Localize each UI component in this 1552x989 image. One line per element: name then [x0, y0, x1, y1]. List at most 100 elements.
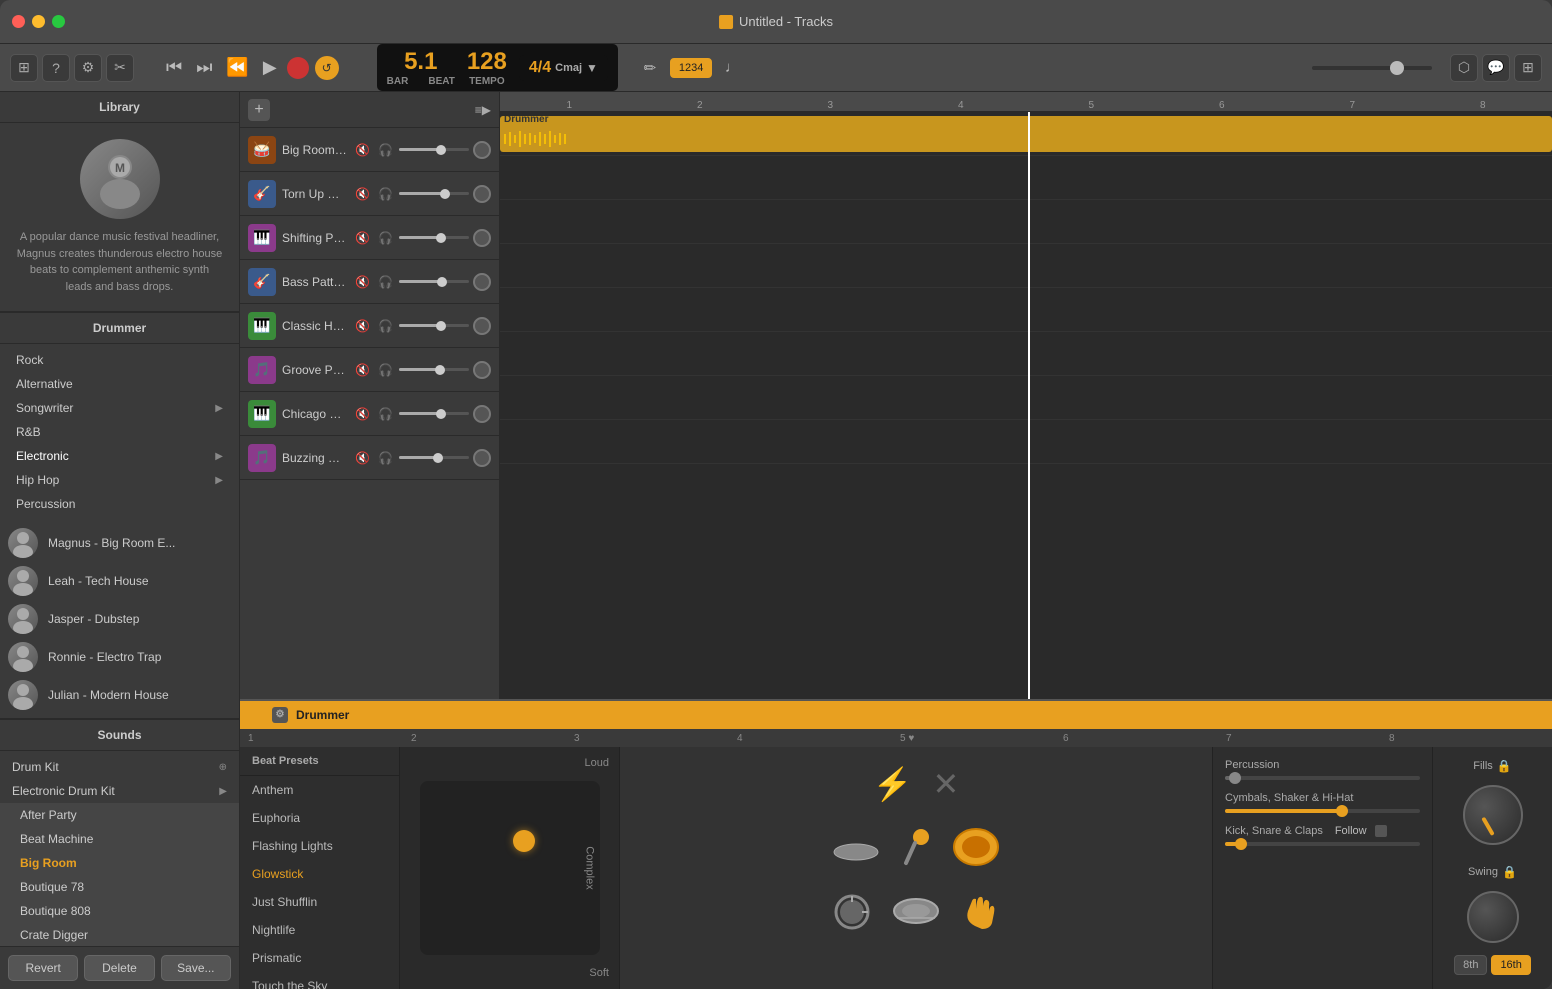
sounds-cat-drumkit[interactable]: Drum Kit ⊕: [0, 755, 239, 779]
help-btn[interactable]: ?: [42, 54, 70, 82]
track-mute-7[interactable]: 🔇: [353, 449, 372, 467]
goto-start-btn[interactable]: ⏪: [222, 55, 252, 80]
drummer-item-leah[interactable]: Leah - Tech House: [0, 562, 239, 600]
sound-after-party[interactable]: After Party: [0, 803, 239, 827]
pad-position-dot[interactable]: [513, 830, 535, 852]
record-btn[interactable]: [287, 57, 309, 79]
apps-btn[interactable]: ⊞: [1514, 54, 1542, 82]
kick-slider[interactable]: [1225, 842, 1420, 846]
mallet-icon-container[interactable]: [901, 827, 931, 867]
chat-btn[interactable]: 💬: [1482, 54, 1510, 82]
track-knob-4[interactable]: [473, 317, 491, 335]
track-headphone-7[interactable]: 🎧: [376, 449, 395, 467]
drummer-item-ronnie[interactable]: Ronnie - Electro Trap: [0, 638, 239, 676]
fast-forward-btn[interactable]: ⏭: [192, 55, 216, 80]
track-mute-2[interactable]: 🔇: [353, 229, 372, 247]
play-btn[interactable]: ▶: [259, 55, 281, 80]
drummer-item-magnus[interactable]: Magnus - Big Room E...: [0, 524, 239, 562]
track-fader-1[interactable]: [399, 192, 469, 195]
preset-euphoria[interactable]: Euphoria: [240, 804, 399, 832]
preset-prismatic[interactable]: Prismatic: [240, 944, 399, 972]
track-knob-1[interactable]: [473, 185, 491, 203]
cycle-btn[interactable]: ↺: [315, 56, 339, 80]
share-btn[interactable]: ⬡: [1450, 54, 1478, 82]
hand-icon-container[interactable]: [960, 891, 1000, 931]
fills-knob[interactable]: [1463, 785, 1523, 845]
track-mute-0[interactable]: 🔇: [353, 141, 372, 159]
sound-beat-machine[interactable]: Beat Machine: [0, 827, 239, 851]
track-knob-3[interactable]: [473, 273, 491, 291]
track-fader-3[interactable]: [399, 280, 469, 283]
add-track-btn[interactable]: +: [248, 99, 270, 121]
preset-touch-the-sky[interactable]: Touch the Sky: [240, 972, 399, 989]
tom-icon-container[interactable]: [832, 892, 872, 930]
genre-item-percussion[interactable]: Percussion: [0, 492, 239, 516]
sounds-cat-electronic[interactable]: Electronic Drum Kit ▶: [0, 779, 239, 803]
time-sig-display[interactable]: 4/4 Cmaj ▼: [519, 55, 608, 81]
settings-btn[interactable]: ⚙: [74, 54, 102, 82]
track-mute-5[interactable]: 🔇: [353, 361, 372, 379]
preset-anthem[interactable]: Anthem: [240, 776, 399, 804]
delete-btn[interactable]: Delete: [84, 955, 154, 981]
track-fader-2[interactable]: [399, 236, 469, 239]
track-mute-4[interactable]: 🔇: [353, 317, 372, 335]
preset-nightlife[interactable]: Nightlife: [240, 916, 399, 944]
kick-drum-icon-container[interactable]: [951, 827, 1001, 867]
track-headphone-0[interactable]: 🎧: [376, 141, 395, 159]
sound-crate-digger[interactable]: Crate Digger: [0, 923, 239, 946]
snare-icon-container[interactable]: [892, 896, 940, 926]
swing-knob[interactable]: [1467, 891, 1519, 943]
track-headphone-5[interactable]: 🎧: [376, 361, 395, 379]
sound-boutique-808[interactable]: Boutique 808: [0, 899, 239, 923]
maximize-button[interactable]: [52, 15, 65, 28]
track-fader-4[interactable]: [399, 324, 469, 327]
preset-glowstick[interactable]: Glowstick: [240, 860, 399, 888]
track-knob-7[interactable]: [473, 449, 491, 467]
minimize-button[interactable]: [32, 15, 45, 28]
volume-thumb[interactable]: [1390, 61, 1404, 75]
track-row-1[interactable]: 🎸 Torn Up Wobble Bass 🔇 🎧: [240, 172, 499, 216]
genre-item-alternative[interactable]: Alternative: [0, 372, 239, 396]
track-row-3[interactable]: 🎸 Bass Patterns 🔇 🎧: [240, 260, 499, 304]
track-mute-3[interactable]: 🔇: [353, 273, 372, 291]
smart-controls-btn[interactable]: 1234: [670, 58, 712, 78]
library-btn[interactable]: ⊞: [10, 54, 38, 82]
track-row-2[interactable]: 🎹 Shifting Patterns Synth 🔇 🎧: [240, 216, 499, 260]
track-knob-6[interactable]: [473, 405, 491, 423]
sound-boutique-78[interactable]: Boutique 78: [0, 875, 239, 899]
track-fader-7[interactable]: [399, 456, 469, 459]
track-mute-6[interactable]: 🔇: [353, 405, 372, 423]
track-knob-2[interactable]: [473, 229, 491, 247]
follow-checkbox[interactable]: [1375, 825, 1387, 837]
track-row-7[interactable]: 🎵 Buzzing Metallic Lead 🔇 🎧: [240, 436, 499, 480]
track-headphone-2[interactable]: 🎧: [376, 229, 395, 247]
pencil-tool-btn[interactable]: ✏: [636, 54, 664, 82]
track-headphone-1[interactable]: 🎧: [376, 185, 395, 203]
track-headphone-6[interactable]: 🎧: [376, 405, 395, 423]
track-sort-btn[interactable]: ≡▶: [475, 103, 491, 117]
track-mute-1[interactable]: 🔇: [353, 185, 372, 203]
pad-area[interactable]: [420, 781, 600, 955]
drummer-item-jasper[interactable]: Jasper - Dubstep: [0, 600, 239, 638]
track-knob-0[interactable]: [473, 141, 491, 159]
genre-item-songwriter[interactable]: Songwriter ▶: [0, 396, 239, 420]
preset-just-shufflin[interactable]: Just Shufflin: [240, 888, 399, 916]
drummer-item-julian[interactable]: Julian - Modern House: [0, 676, 239, 714]
note-16th-btn[interactable]: 16th: [1491, 955, 1530, 975]
sound-big-room[interactable]: Big Room: [0, 851, 239, 875]
track-fader-0[interactable]: [399, 148, 469, 151]
mixer-btn[interactable]: ♩: [718, 54, 746, 82]
cymbals-slider[interactable]: [1225, 809, 1420, 813]
track-row-4[interactable]: 🎹 Classic House Organ 🔇 🎧: [240, 304, 499, 348]
master-volume-slider[interactable]: [1312, 66, 1432, 70]
save-btn[interactable]: Save...: [161, 955, 231, 981]
rewind-btn[interactable]: ⏮: [162, 55, 186, 80]
revert-btn[interactable]: Revert: [8, 955, 78, 981]
cymbal-icon-container[interactable]: [831, 832, 881, 862]
track-fader-6[interactable]: [399, 412, 469, 415]
genre-item-rnb[interactable]: R&B: [0, 420, 239, 444]
note-8th-btn[interactable]: 8th: [1454, 955, 1487, 975]
close-button[interactable]: [12, 15, 25, 28]
genre-item-electronic[interactable]: Electronic ▶: [0, 444, 239, 468]
genre-item-rock[interactable]: Rock: [0, 348, 239, 372]
